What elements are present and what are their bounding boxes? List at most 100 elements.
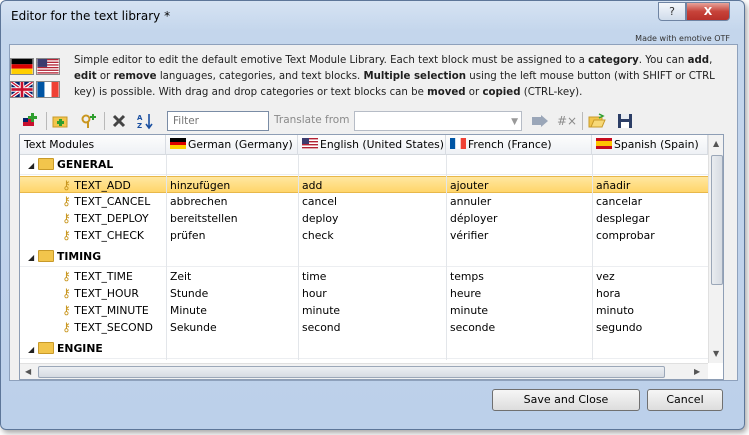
text-modules-grid[interactable]: Text Modules German (Germany) English (U…: [19, 134, 724, 380]
scroll-down-icon[interactable]: ▼: [713, 349, 719, 358]
france-flag-icon: [450, 138, 466, 149]
text-block-row[interactable]: ⚷ TEXT_CHECK prüfen check vérifier comprobar: [20, 227, 708, 244]
text-block-key-cell: ⚷ TEXT_TIME: [62, 268, 133, 285]
cancel-button[interactable]: Cancel: [647, 389, 723, 411]
translation-cell-de[interactable]: prüfen: [170, 227, 205, 244]
translate-arrow-icon: [532, 115, 548, 127]
collapse-triangle-icon[interactable]: ◢: [28, 345, 34, 354]
translation-cell-fr[interactable]: déployer: [450, 210, 497, 227]
translation-cell-es[interactable]: minuto: [596, 302, 634, 319]
translation-cell-en[interactable]: check: [302, 227, 334, 244]
translation-cell-en[interactable]: add: [302, 177, 322, 194]
translation-cell-de[interactable]: Zeit: [170, 268, 191, 285]
translate-from-select[interactable]: ▼: [354, 111, 522, 131]
translation-cell-fr[interactable]: minute: [450, 302, 488, 319]
translation-cell-es[interactable]: segundo: [596, 319, 642, 336]
column-header-spanish[interactable]: Spanish (Spain): [592, 135, 708, 155]
add-category-button[interactable]: [50, 110, 72, 132]
save-and-close-button[interactable]: Save and Close: [492, 389, 640, 411]
delete-button[interactable]: [108, 110, 130, 132]
column-header-label: Spanish (Spain): [614, 138, 699, 151]
category-name: TIMING: [57, 250, 102, 263]
scroll-up-icon[interactable]: ▲: [713, 139, 719, 148]
category-row[interactable]: ◢ TIMING: [20, 247, 708, 266]
translation-cell-fr[interactable]: ajouter: [450, 177, 488, 194]
title-bar[interactable]: Editor for the text library * ? X: [1, 1, 744, 29]
spain-flag-icon: [596, 138, 612, 149]
add-key-icon: [81, 114, 96, 128]
translation-cell-en[interactable]: minute: [302, 302, 340, 319]
translation-cell-es[interactable]: cancelar: [596, 193, 642, 210]
translation-cell-de[interactable]: Stunde: [170, 285, 208, 302]
made-with-label: Made with emotive OTF: [635, 34, 730, 43]
key-icon: ⚷: [62, 211, 71, 225]
translation-cell-fr[interactable]: annuler: [450, 193, 491, 210]
open-button[interactable]: [586, 110, 608, 132]
add-text-block-button[interactable]: [78, 110, 100, 132]
scroll-right-icon[interactable]: ▶: [694, 367, 700, 376]
text-block-row[interactable]: ⚷ TEXT_DEPLOY bereitstellen deploy déployer…: [20, 210, 708, 227]
text-block-key-cell: ⚷ TEXT_SECOND: [62, 319, 153, 336]
vertical-scrollbar[interactable]: ▲ ▼: [708, 135, 723, 363]
svg-text:A: A: [137, 114, 143, 122]
toolbar: A Z Translate from ▼ #×: [10, 108, 737, 134]
column-header-english[interactable]: English (United States): [298, 135, 446, 155]
key-icon: ⚷: [62, 178, 71, 192]
text-block-row[interactable]: ⚷ TEXT_CANCEL abbrechen cancel annuler cance…: [20, 193, 708, 210]
add-language-button[interactable]: [20, 110, 42, 132]
add-folder-icon: [52, 116, 68, 128]
close-button[interactable]: X: [686, 2, 730, 21]
category-row[interactable]: ◢ ENGINE: [20, 339, 708, 358]
filter-input[interactable]: [167, 111, 269, 131]
column-header-german[interactable]: German (Germany): [166, 135, 298, 155]
translation-cell-de[interactable]: bereitstellen: [170, 210, 238, 227]
collapse-triangle-icon[interactable]: ◢: [28, 161, 34, 170]
category-name: GENERAL: [57, 158, 114, 171]
translation-cell-en[interactable]: hour: [302, 285, 327, 302]
translation-cell-es[interactable]: comprobar: [596, 227, 655, 244]
svg-text:Z: Z: [137, 122, 142, 130]
text-block-key: TEXT_HOUR: [74, 287, 139, 300]
column-header-label: French (France): [468, 138, 552, 151]
translation-cell-de[interactable]: Sekunde: [170, 319, 217, 336]
key-icon: ⚷: [62, 286, 71, 300]
horizontal-scroll-thumb[interactable]: [38, 366, 665, 378]
sort-button[interactable]: A Z: [134, 110, 156, 132]
category-cell: ◢ GENERAL: [28, 155, 113, 174]
vertical-scroll-thumb[interactable]: [711, 155, 723, 285]
text-block-row[interactable]: ⚷ TEXT_HOUR Stunde hour heure hora: [20, 285, 708, 302]
translation-cell-en[interactable]: time: [302, 268, 326, 285]
translation-cell-es[interactable]: hora: [596, 285, 621, 302]
column-header-french[interactable]: French (France): [446, 135, 592, 155]
help-button[interactable]: ?: [658, 2, 686, 21]
translation-cell-de[interactable]: hinzufügen: [170, 177, 230, 194]
translation-cell-es[interactable]: vez: [596, 268, 615, 285]
translation-cell-en[interactable]: cancel: [302, 193, 337, 210]
translation-cell-fr[interactable]: heure: [450, 285, 481, 302]
text-block-row[interactable]: ⚷ TEXT_MINUTE Minute minute minute minuto: [20, 302, 708, 319]
collapse-triangle-icon[interactable]: ◢: [28, 253, 34, 262]
delete-icon: [112, 114, 126, 128]
text-block-row[interactable]: ⚷ TEXT_ADD hinzufügen add ajouter añadir: [20, 176, 708, 193]
france-flag-icon: [36, 81, 60, 98]
text-block-row[interactable]: ⚷ TEXT_SECOND Sekunde second seconde segundo: [20, 319, 708, 336]
text-block-key: TEXT_SECOND: [74, 321, 153, 334]
translation-cell-en[interactable]: second: [302, 319, 341, 336]
translation-cell-fr[interactable]: vérifier: [450, 227, 488, 244]
translation-cell-en[interactable]: deploy: [302, 210, 338, 227]
scroll-left-icon[interactable]: ◀: [25, 367, 31, 376]
horizontal-scrollbar[interactable]: ◀ ▶: [20, 363, 708, 379]
translate-button[interactable]: [529, 110, 551, 132]
translation-cell-de[interactable]: Minute: [170, 302, 207, 319]
column-header-text-modules[interactable]: Text Modules: [20, 135, 166, 155]
save-button[interactable]: [614, 110, 636, 132]
translation-cell-es[interactable]: desplegar: [596, 210, 650, 227]
translation-cell-fr[interactable]: seconde: [450, 319, 495, 336]
category-cell: ◢ TIMING: [28, 247, 101, 266]
text-block-row[interactable]: ⚷ TEXT_TIME Zeit time temps vez: [20, 268, 708, 285]
translation-cell-fr[interactable]: temps: [450, 268, 484, 285]
translation-cell-de[interactable]: abbrechen: [170, 193, 227, 210]
hashtag-button[interactable]: #×: [556, 110, 578, 132]
category-row[interactable]: ◢ GENERAL: [20, 155, 708, 174]
translation-cell-es[interactable]: añadir: [596, 177, 630, 194]
